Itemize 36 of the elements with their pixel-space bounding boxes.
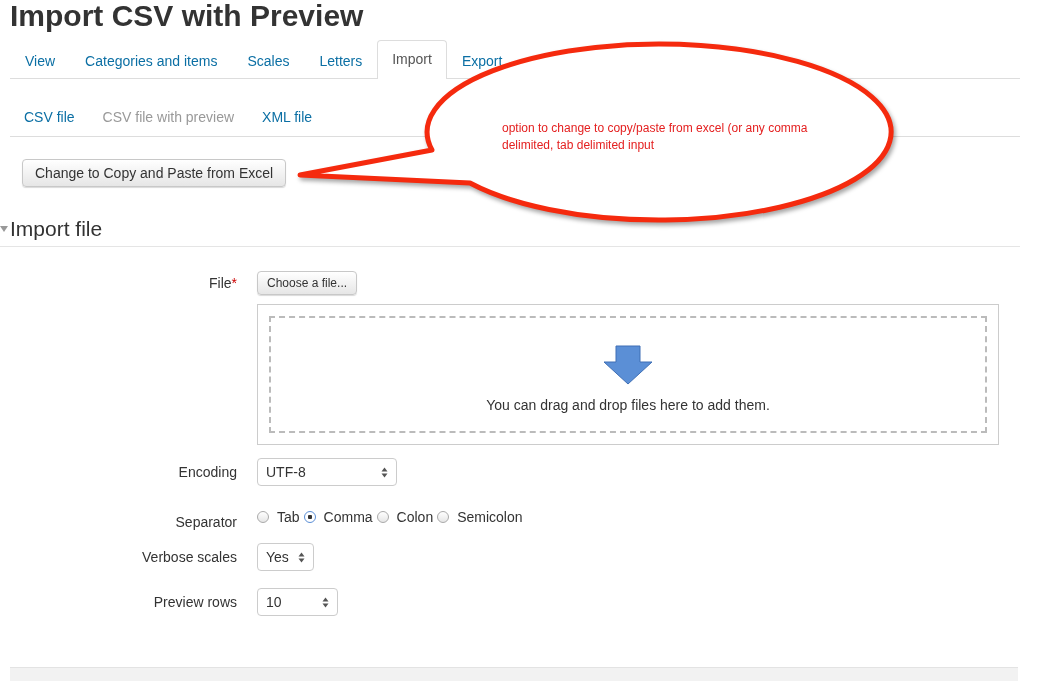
radio-button[interactable] bbox=[437, 511, 450, 523]
callout-text: option to change to copy/paste from excel (or any comma delimited, tab delimited input bbox=[502, 120, 809, 154]
field-label: Verbose scales bbox=[142, 549, 237, 565]
radio-label[interactable]: Tab bbox=[277, 509, 300, 525]
required-mark: * bbox=[231, 275, 237, 291]
drop-hint: You can drag and drop files here to add them. bbox=[486, 396, 770, 413]
choose-file-button[interactable]: Choose a file... bbox=[257, 271, 358, 295]
updown-icon bbox=[381, 466, 388, 478]
field-label: Separator bbox=[175, 514, 237, 530]
dropdown[interactable]: Yes bbox=[257, 543, 314, 571]
down-arrow-icon bbox=[603, 344, 653, 385]
updown-icon bbox=[322, 596, 329, 608]
radio-button[interactable] bbox=[303, 511, 316, 523]
subtab[interactable]: CSV file bbox=[10, 99, 89, 136]
page-title: Import CSV with Preview bbox=[10, 0, 365, 32]
collapse-toggle-icon[interactable] bbox=[0, 225, 8, 233]
radio-label[interactable]: Comma bbox=[323, 509, 373, 525]
subtab[interactable]: XML file bbox=[248, 99, 327, 136]
field-label: File bbox=[209, 275, 232, 291]
field-label: Encoding bbox=[178, 464, 237, 480]
tab[interactable]: Import bbox=[377, 40, 447, 79]
tab[interactable]: View bbox=[10, 42, 71, 79]
section-title[interactable]: Import file bbox=[10, 216, 103, 242]
updown-icon bbox=[298, 551, 305, 563]
radio-button[interactable] bbox=[376, 511, 389, 523]
radio-button[interactable] bbox=[257, 511, 269, 523]
dropdown[interactable]: 10 bbox=[257, 588, 338, 616]
tab[interactable]: Letters bbox=[304, 42, 378, 79]
tab[interactable]: Categories and items bbox=[70, 42, 233, 79]
dropdown[interactable]: UTF-8 bbox=[257, 458, 397, 486]
radio-label[interactable]: Semicolon bbox=[457, 509, 523, 525]
drop-area[interactable]: You can drag and drop files here to add them. bbox=[257, 304, 999, 445]
switch-mode-button[interactable]: Change to Copy and Paste from Excel bbox=[22, 159, 287, 187]
radio-label[interactable]: Colon bbox=[396, 509, 434, 525]
tab[interactable]: Scales bbox=[232, 42, 305, 79]
field-label: Preview rows bbox=[153, 594, 237, 610]
